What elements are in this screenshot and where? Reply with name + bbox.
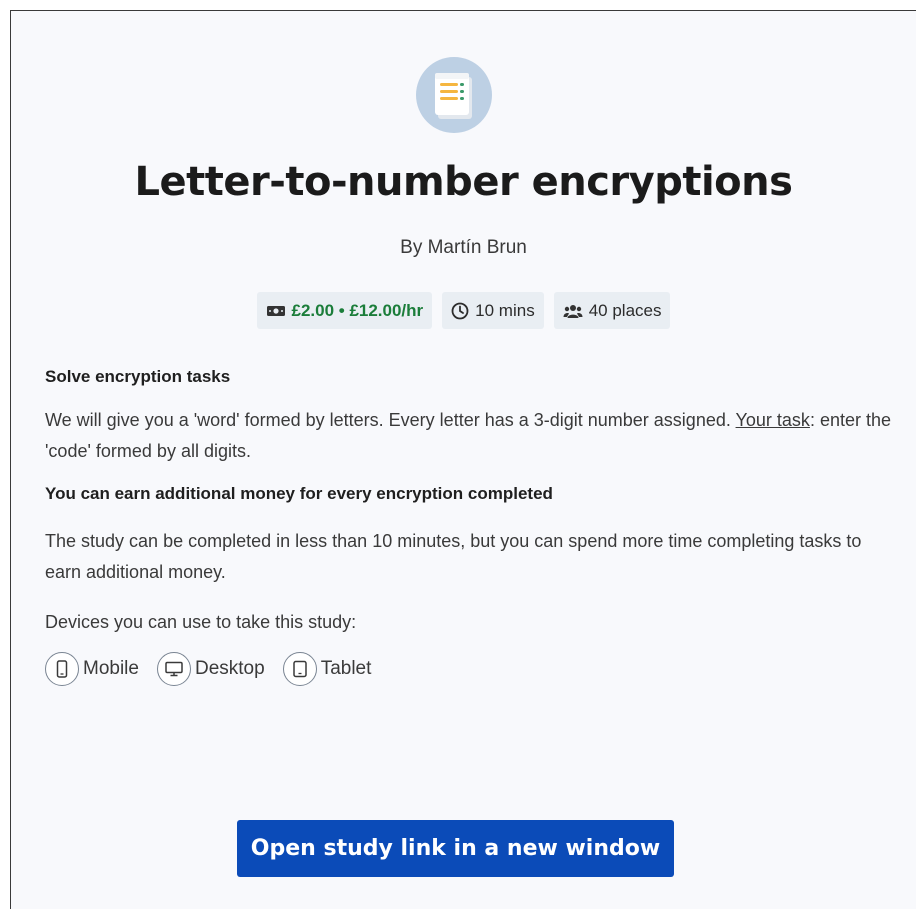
desktop-icon (156, 652, 191, 686)
users-icon (563, 304, 583, 318)
device-mobile: Mobile (45, 652, 139, 686)
description-paragraph: We will give you a 'word' formed by lett… (45, 405, 895, 467)
duration-text: 10 mins (475, 300, 535, 320)
device-list: Mobile Desktop Tablet (45, 652, 895, 686)
device-label: Desktop (194, 658, 265, 679)
devices-label: Devices you can use to take this study: (45, 612, 357, 632)
section-heading: Solve encryption tasks (45, 367, 231, 386)
money-icon (266, 305, 285, 316)
open-study-link-button[interactable]: Open study link in a new window (237, 820, 674, 877)
duration-chip: 10 mins (442, 292, 544, 329)
document-list-icon (435, 73, 472, 119)
device-label: Mobile (83, 658, 139, 679)
task-label: Your task (735, 410, 810, 430)
description-text: We will give you a 'word' formed by lett… (45, 410, 731, 430)
study-author: By Martín Brun (400, 237, 527, 258)
study-description: Solve encryption tasks We will give you … (45, 363, 895, 686)
reward-chip: £2.00 • £12.00/hr (256, 292, 433, 329)
mobile-icon (45, 652, 79, 686)
device-label: Tablet (320, 658, 372, 679)
reward-text: £2.00 • £12.00/hr (291, 300, 424, 320)
tablet-icon (282, 652, 317, 686)
device-tablet: Tablet (282, 652, 372, 686)
description-paragraph: The study can be completed in less than … (45, 531, 862, 582)
device-desktop: Desktop (156, 652, 265, 686)
places-text: 40 places (588, 300, 662, 320)
study-logo (416, 57, 492, 133)
study-meta-chips: £2.00 • £12.00/hr 10 mins 40 places (11, 292, 916, 329)
places-chip: 40 places (553, 292, 671, 329)
study-title: Letter-to-number encryptions (134, 159, 793, 205)
section-heading: You can earn additional money for every … (45, 484, 553, 503)
study-panel: Letter-to-number encryptions By Martín B… (10, 10, 916, 909)
clock-icon (451, 302, 469, 319)
